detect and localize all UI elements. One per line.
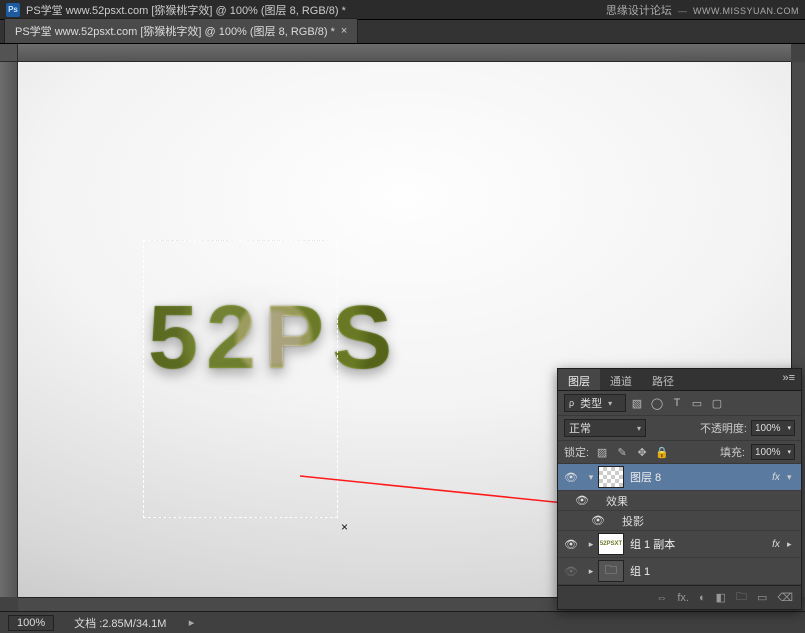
layer-name[interactable]: 图层 8: [630, 469, 765, 485]
layer-name[interactable]: 组 1 副本: [630, 536, 765, 552]
panel-bottom-toolbar: ⇔ fx. ◐ ◧ 🗀 ▭ ⌫: [558, 585, 801, 609]
document-tab-label: PS学堂 www.52psxt.com [猕猴桃字效] @ 100% (图层 8…: [15, 23, 335, 39]
close-tab-icon[interactable]: ×: [341, 25, 347, 37]
doc-size-display: 文档 :2.85M/34.1M: [74, 615, 166, 631]
layer-thumbnail[interactable]: 52PSXT: [598, 533, 624, 555]
marquee-cursor-mark: ×: [341, 520, 348, 534]
fx-menu-icon[interactable]: fx.: [677, 592, 689, 604]
layer-list: 👁 ▾ 图层 8 fx ▾ 👁 效果 👁 投影 👁 ▸ 52PSXT 组 1 副…: [558, 464, 801, 585]
expand-toggle[interactable]: ▸: [584, 539, 598, 550]
filter-icons: ▧ ◯ T ▭ ▢: [630, 396, 724, 410]
new-layer-icon[interactable]: ▭: [757, 591, 767, 604]
lock-paint-icon[interactable]: ✎: [615, 445, 629, 459]
tab-paths[interactable]: 路径: [642, 369, 684, 390]
link-layers-icon[interactable]: ⇔: [656, 592, 667, 604]
filter-adjust-icon[interactable]: ◯: [650, 396, 664, 410]
ruler-vertical[interactable]: [0, 62, 18, 597]
ruler-horizontal[interactable]: [18, 44, 791, 62]
lock-label: 锁定:: [564, 444, 589, 460]
document-tab-strip: PS学堂 www.52psxt.com [猕猴桃字效] @ 100% (图层 8…: [0, 20, 805, 44]
lock-trans-icon[interactable]: ▨: [595, 445, 609, 459]
chevron-right-icon[interactable]: ▸: [787, 539, 801, 550]
watermark-right: WWW.MISSYUAN.COM: [693, 6, 799, 16]
selection-marquee[interactable]: [143, 240, 338, 518]
layer-effect-shadow[interactable]: 👁 投影: [558, 511, 801, 531]
visibility-toggle[interactable]: 👁: [558, 538, 584, 551]
blend-row: 正常 ▾ 不透明度: 100%▾: [558, 416, 801, 441]
zoom-display[interactable]: 100%: [8, 615, 54, 631]
layer-name[interactable]: 组 1: [630, 563, 801, 579]
watermark: 思缘设计论坛 — WWW.MISSYUAN.COM: [606, 2, 799, 18]
window-title: PS学堂 www.52psxt.com [猕猴桃字效] @ 100% (图层 8…: [26, 2, 346, 18]
visibility-toggle[interactable]: 👁: [558, 565, 584, 578]
kind-dropdown[interactable]: ρ 类型 ▾: [564, 394, 626, 412]
document-tab[interactable]: PS学堂 www.52psxt.com [猕猴桃字效] @ 100% (图层 8…: [4, 18, 358, 43]
opacity-value: 100%: [755, 423, 781, 434]
tab-channels[interactable]: 通道: [600, 369, 642, 390]
tab-layers[interactable]: 图层: [558, 369, 600, 390]
kind-label: 类型: [580, 395, 602, 411]
effects-text: 效果: [606, 493, 628, 509]
delete-icon[interactable]: ⌫: [777, 591, 793, 604]
blend-mode-dropdown[interactable]: 正常 ▾: [564, 419, 646, 437]
fill-value: 100%: [755, 447, 781, 458]
layers-panel[interactable]: 图层 通道 路径 »≡ ρ 类型 ▾ ▧ ◯ T ▭ ▢ 正常 ▾ 不透明度: …: [557, 368, 802, 610]
filter-row: ρ 类型 ▾ ▧ ◯ T ▭ ▢: [558, 391, 801, 416]
visibility-toggle[interactable]: 👁: [588, 514, 608, 527]
filter-text-icon[interactable]: T: [670, 396, 684, 410]
adjustment-icon[interactable]: ◧: [716, 591, 726, 604]
panel-tabs: 图层 通道 路径 »≡: [558, 369, 801, 391]
layer-thumbnail[interactable]: [598, 466, 624, 488]
ruler-corner: [0, 44, 18, 62]
fx-badge[interactable]: fx: [765, 539, 787, 550]
fill-label: 填充:: [720, 444, 745, 460]
opacity-label: 不透明度:: [700, 420, 747, 436]
blend-mode-value: 正常: [569, 420, 591, 436]
fill-input[interactable]: 100%▾: [751, 444, 795, 460]
ps-app-icon: Ps: [6, 3, 20, 17]
lock-move-icon[interactable]: ✥: [635, 445, 649, 459]
watermark-left: 思缘设计论坛: [606, 5, 672, 17]
layer-row[interactable]: 👁 ▸ 52PSXT 组 1 副本 fx ▸: [558, 531, 801, 558]
status-bar: 100% 文档 :2.85M/34.1M ▸: [0, 611, 805, 633]
layer-row[interactable]: 👁 ▸ 🗀 组 1: [558, 558, 801, 585]
panel-menu-icon[interactable]: »≡: [776, 369, 801, 390]
layer-row[interactable]: 👁 ▾ 图层 8 fx ▾: [558, 464, 801, 491]
lock-all-icon[interactable]: 🔒: [655, 445, 669, 459]
chevron-down-icon[interactable]: ▾: [787, 472, 801, 483]
lock-row: 锁定: ▨ ✎ ✥ 🔒 填充: 100%▾: [558, 441, 801, 464]
layer-effects-label[interactable]: 👁 效果: [558, 491, 801, 511]
filter-shape-icon[interactable]: ▭: [690, 396, 704, 410]
visibility-toggle[interactable]: 👁: [558, 471, 584, 484]
filter-image-icon[interactable]: ▧: [630, 396, 644, 410]
folder-icon[interactable]: 🗀: [598, 560, 624, 582]
chevron-down-icon: ▾: [637, 424, 641, 433]
chevron-down-icon: ▾: [608, 399, 612, 408]
mask-icon[interactable]: ◐: [699, 592, 706, 604]
group-icon[interactable]: 🗀: [736, 588, 747, 607]
filter-smart-icon[interactable]: ▢: [710, 396, 724, 410]
visibility-toggle[interactable]: 👁: [572, 494, 592, 507]
shadow-text: 投影: [622, 513, 644, 529]
opacity-input[interactable]: 100%▾: [751, 420, 795, 436]
fx-badge[interactable]: fx: [765, 472, 787, 483]
expand-toggle[interactable]: ▾: [584, 472, 598, 483]
expand-toggle[interactable]: ▸: [584, 566, 598, 577]
status-menu-icon[interactable]: ▸: [186, 616, 196, 629]
